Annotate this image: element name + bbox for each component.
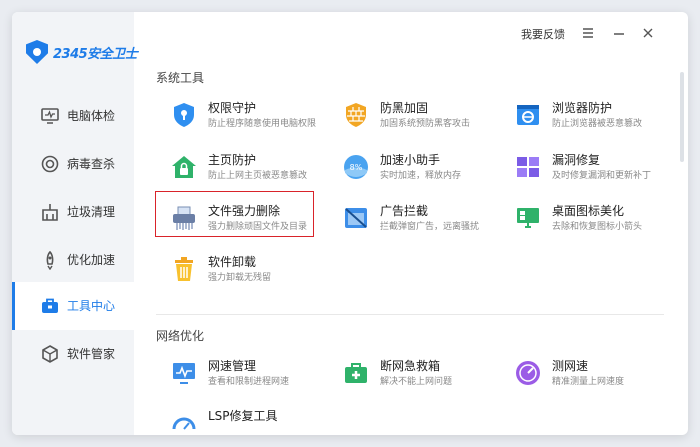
tool-desc: 加固系统预防黑客攻击 bbox=[380, 119, 471, 129]
browser-shield-icon bbox=[517, 105, 539, 125]
tool-software-uninstall[interactable]: 软件卸载 强力卸载无残留 bbox=[162, 249, 322, 289]
tool-name: 加速小助手 bbox=[380, 153, 441, 167]
scrollbar-thumb[interactable] bbox=[680, 72, 684, 162]
tool-desc: 拦截弹窗广告，远离骚扰 bbox=[380, 222, 480, 232]
tool-network-speed-manage[interactable]: 网速管理 查看和限制进程网速 bbox=[162, 353, 322, 393]
tool-desc: 及时修复漏洞和更新补丁 bbox=[552, 171, 652, 181]
tool-desc: 防止程序随意使用电脑权限 bbox=[208, 119, 317, 129]
tool-desc: 防止上网主页被恶意篡改 bbox=[208, 171, 308, 181]
desktop-monitor-icon bbox=[517, 208, 539, 228]
svg-text:8%: 8% bbox=[350, 163, 363, 172]
app-window: 2345安全卫士 电脑体检 病毒查杀 垃圾清理 优化加速 工具中心 软件管家 我… bbox=[12, 12, 688, 435]
ad-block-icon bbox=[345, 208, 367, 228]
tool-desc: 强力卸载无残留 bbox=[208, 273, 272, 283]
trash-bin-icon bbox=[175, 257, 193, 281]
feedback-link[interactable]: 我要反馈 bbox=[521, 26, 565, 42]
tool-desc: 查看和限制进程网速 bbox=[208, 377, 290, 387]
tool-anti-hack[interactable]: 防黑加固 加固系统预防黑客攻击 bbox=[334, 95, 494, 135]
shield-lock-icon bbox=[174, 103, 194, 127]
section-title-network: 网络优化 bbox=[156, 329, 205, 343]
tool-desktop-icon-beautify[interactable]: 桌面图标美化 去除和恢复图标小箭头 bbox=[506, 198, 666, 238]
logo-shield-icon bbox=[26, 40, 48, 64]
sidebar-item-software-manager[interactable]: 软件管家 bbox=[12, 330, 134, 378]
monitor-icon bbox=[41, 108, 59, 124]
cube-icon bbox=[42, 345, 58, 363]
tool-name: 浏览器防护 bbox=[552, 101, 613, 115]
tool-name: 软件卸载 bbox=[208, 255, 257, 269]
tool-lsp-repair[interactable]: LSP修复工具 bbox=[162, 403, 322, 435]
tool-desc: 解决不能上网问题 bbox=[380, 377, 453, 387]
sidebar-item-label: 电脑体检 bbox=[67, 109, 116, 123]
tool-name: 防黑加固 bbox=[380, 101, 429, 115]
sidebar-item-tool-center[interactable]: 工具中心 bbox=[12, 282, 134, 330]
brick-wall-icon bbox=[346, 103, 366, 127]
tool-vulnerability-fix[interactable]: 漏洞修复 及时修复漏洞和更新补丁 bbox=[506, 147, 666, 187]
rocket-icon bbox=[46, 250, 54, 270]
tool-desc: 防止浏览器被恶意篡改 bbox=[552, 119, 643, 129]
tool-desc: 精准测量上网速度 bbox=[552, 377, 625, 387]
sidebar-item-label: 工具中心 bbox=[67, 299, 116, 313]
section-divider bbox=[156, 314, 664, 315]
tool-name: 漏洞修复 bbox=[552, 153, 601, 167]
sidebar-item-pc-checkup[interactable]: 电脑体检 bbox=[12, 92, 134, 140]
shredder-icon bbox=[173, 206, 195, 230]
sidebar-item-label: 软件管家 bbox=[67, 347, 116, 361]
speed-ball-icon: 8% bbox=[344, 155, 368, 179]
tool-ad-block[interactable]: 广告拦截 拦截弹窗广告，远离骚扰 bbox=[334, 198, 494, 238]
first-aid-kit-icon bbox=[345, 363, 367, 383]
tool-name: 权限守护 bbox=[208, 101, 257, 115]
repair-gauge-icon bbox=[172, 417, 196, 430]
sidebar-item-optimize[interactable]: 优化加速 bbox=[12, 236, 134, 284]
home-lock-icon bbox=[172, 156, 196, 178]
sidebar-item-label: 垃圾清理 bbox=[67, 205, 116, 219]
tool-desc: 强力删除顽固文件及目录 bbox=[208, 222, 308, 232]
menu-icon[interactable] bbox=[579, 24, 597, 42]
sidebar-item-label: 优化加速 bbox=[67, 253, 116, 267]
sidebar: 2345安全卫士 电脑体检 病毒查杀 垃圾清理 优化加速 工具中心 软件管家 bbox=[12, 12, 138, 435]
tool-permission-guard[interactable]: 权限守护 防止程序随意使用电脑权限 bbox=[162, 95, 322, 135]
tool-browser-protect[interactable]: 浏览器防护 防止浏览器被恶意篡改 bbox=[506, 95, 666, 135]
tool-speed-assistant[interactable]: 8% 加速小助手 实时加速，释放内存 bbox=[334, 147, 494, 187]
tool-name: 桌面图标美化 bbox=[552, 204, 625, 218]
tool-network-first-aid[interactable]: 断网急救箱 解决不能上网问题 bbox=[334, 353, 494, 393]
logo-text: 2345安全卫士 bbox=[53, 46, 138, 62]
tool-desc: 实时加速，释放内存 bbox=[380, 171, 462, 181]
tool-name: 主页防护 bbox=[208, 153, 257, 167]
tool-homepage-protect[interactable]: 主页防护 防止上网主页被恶意篡改 bbox=[162, 147, 322, 187]
title-bar: 我要反馈 bbox=[488, 12, 688, 56]
tool-name: 断网急救箱 bbox=[380, 359, 441, 373]
section-title-system-tools: 系统工具 bbox=[156, 71, 205, 85]
tool-file-shredder[interactable]: 文件强力删除 强力删除顽固文件及目录 bbox=[162, 198, 322, 238]
speedometer-icon bbox=[516, 361, 540, 385]
tool-speed-test[interactable]: 测网速 精准测量上网速度 bbox=[506, 353, 666, 393]
tool-name: LSP修复工具 bbox=[208, 409, 278, 423]
tool-desc: 去除和恢复图标小箭头 bbox=[552, 222, 643, 232]
sidebar-item-virus-scan[interactable]: 病毒查杀 bbox=[12, 140, 134, 188]
toolbox-icon bbox=[42, 298, 58, 313]
tool-name: 文件强力删除 bbox=[208, 204, 281, 218]
target-icon bbox=[41, 155, 59, 173]
network-monitor-icon bbox=[173, 363, 195, 384]
minimize-icon[interactable] bbox=[610, 24, 628, 42]
broom-icon bbox=[42, 204, 58, 221]
tool-name: 网速管理 bbox=[208, 359, 257, 373]
close-icon[interactable] bbox=[639, 24, 657, 42]
app-logo: 2345安全卫士 bbox=[26, 40, 138, 64]
sidebar-item-label: 病毒查杀 bbox=[67, 157, 116, 171]
tool-name: 广告拦截 bbox=[380, 204, 429, 218]
windows-patch-icon bbox=[517, 157, 539, 177]
sidebar-item-junk-clean[interactable]: 垃圾清理 bbox=[12, 188, 134, 236]
tool-name: 测网速 bbox=[552, 359, 589, 373]
